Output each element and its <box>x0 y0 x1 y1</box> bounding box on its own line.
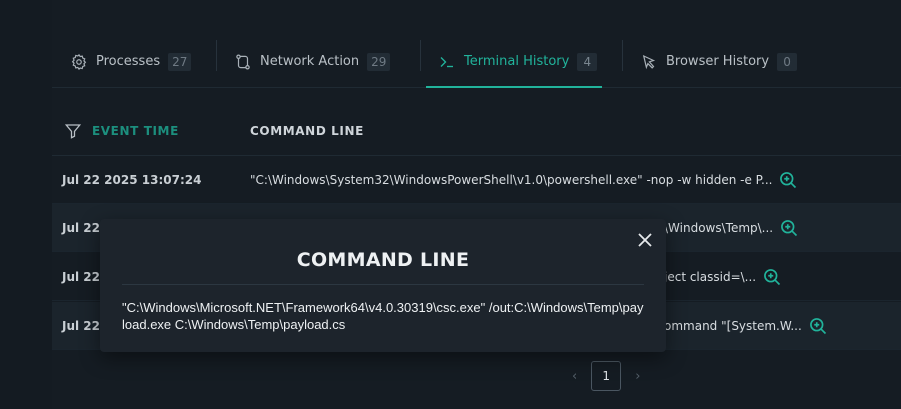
command-line-cell: "C:\Windows\System32\WindowsPowerShell\v… <box>250 170 901 190</box>
command-text: ommand "[System.W... <box>664 318 802 333</box>
tab-network-action[interactable]: Network Action 29 <box>216 36 420 87</box>
zoom-in-icon[interactable] <box>762 267 782 287</box>
terminal-icon <box>438 53 456 71</box>
command-text: \Windows\Temp\... <box>664 220 774 235</box>
tab-count-badge: 29 <box>367 52 391 71</box>
tab-bar: Processes 27 Network Action 29 Terminal … <box>52 36 901 88</box>
prev-page-button[interactable]: ‹ <box>572 369 577 384</box>
tab-label: Network Action <box>260 54 360 69</box>
tab-label: Processes <box>96 54 161 69</box>
command-line-modal: COMMAND LINE "C:\Windows\Microsoft.NET\F… <box>100 219 666 352</box>
command-line-header: COMMAND LINE <box>250 123 364 138</box>
page-button-current[interactable]: 1 <box>591 361 622 391</box>
table-header: EVENT TIME COMMAND LINE <box>52 106 901 156</box>
tab-count-badge: 27 <box>168 52 192 71</box>
zoom-in-icon[interactable] <box>778 170 798 190</box>
tab-terminal-history[interactable]: Terminal History 4 <box>420 36 622 88</box>
zoom-in-icon[interactable] <box>779 218 799 238</box>
pagination: ‹ 1 › <box>572 361 640 391</box>
filter-icon[interactable] <box>64 122 82 140</box>
network-icon <box>234 53 252 71</box>
tab-count-badge: 4 <box>577 52 598 71</box>
gear-icon <box>70 53 88 71</box>
close-icon[interactable] <box>636 231 654 249</box>
event-time-header[interactable]: EVENT TIME <box>52 122 250 140</box>
cursor-icon <box>640 53 658 71</box>
tab-label: Terminal History <box>464 54 570 69</box>
tab-label: Browser History <box>666 54 770 69</box>
next-page-button[interactable]: › <box>635 369 640 384</box>
table-row: Jul 22 2025 13:07:24 "C:\Windows\System3… <box>52 156 901 204</box>
tab-browser-history[interactable]: Browser History 0 <box>622 36 818 87</box>
zoom-in-icon[interactable] <box>808 316 828 336</box>
modal-command-text: "C:\Windows\Microsoft.NET\Framework64\v4… <box>122 300 644 332</box>
event-time-label: EVENT TIME <box>92 123 179 138</box>
command-text: ject classid=\... <box>664 269 757 284</box>
event-time-cell: Jul 22 2025 13:07:24 <box>62 172 202 187</box>
tab-processes[interactable]: Processes 27 <box>52 36 216 87</box>
command-text: "C:\Windows\System32\WindowsPowerShell\v… <box>250 172 773 187</box>
tab-count-badge: 0 <box>777 52 798 71</box>
modal-divider <box>122 284 644 285</box>
modal-title: COMMAND LINE <box>296 249 470 271</box>
